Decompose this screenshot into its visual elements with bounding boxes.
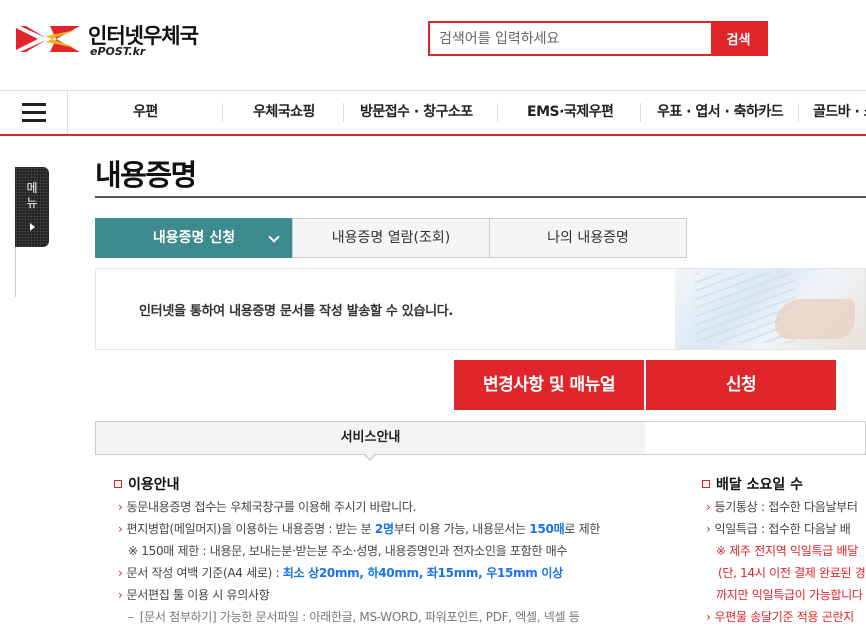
search-input[interactable] bbox=[430, 23, 711, 54]
tab-service-info[interactable]: 서비스안내 bbox=[95, 421, 646, 455]
delivery-line-1: › 등기통상 : 접수한 다음날부터 bbox=[706, 500, 858, 514]
epost-logo-icon bbox=[16, 26, 80, 52]
manual-button[interactable]: 변경사항 및 매뉴얼 bbox=[454, 360, 644, 410]
tab-apply[interactable]: 내용증명 신청 bbox=[95, 218, 293, 258]
delivery-line-3: ※ 제주 전지역 익일특급 배달 bbox=[716, 544, 858, 558]
nav-item-ems[interactable]: EMS·국제우편 bbox=[527, 91, 614, 134]
usage-line-2: › 편지병합(메일머지)을 이용하는 내용증명 : 받는 분 2명부터 이용 가능… bbox=[118, 522, 601, 536]
chevron-down-icon bbox=[268, 231, 280, 243]
delivery-title: 배달 소요일 수 bbox=[702, 474, 803, 494]
delivery-line-6: › 우편물 송달기준 적용 곤란지 bbox=[706, 610, 854, 624]
nav-item-mail[interactable]: 우편 bbox=[133, 91, 158, 134]
menu-icon[interactable] bbox=[0, 91, 68, 134]
main-nav: 우편 우체국쇼핑 방문접수 · 창구소포 EMS·국제우편 우표 · 엽서 · … bbox=[0, 90, 866, 136]
intro-text: 인터넷을 통하여 내용증명 문서를 작성 발송할 수 있습니다. bbox=[139, 304, 454, 319]
apply-button[interactable]: 신청 bbox=[646, 360, 836, 410]
square-bullet-icon bbox=[114, 480, 122, 488]
delivery-title-text: 배달 소요일 수 bbox=[716, 477, 804, 493]
site-header: 인터넷우체국 ePOST.kr 검색 bbox=[0, 0, 866, 90]
intro-banner: 인터넷을 통하여 내용증명 문서를 작성 발송할 수 있습니다. bbox=[95, 268, 866, 350]
square-bullet-icon bbox=[702, 480, 710, 488]
nav-item-goldbar[interactable]: 골드바 · 소 bbox=[813, 91, 866, 134]
nav-item-stamps[interactable]: 우표 · 엽서 · 축하카드 bbox=[657, 91, 784, 134]
nav-divider bbox=[222, 103, 223, 122]
side-menu-label-2: 뉴 bbox=[26, 196, 38, 210]
tab-pointer-inner bbox=[364, 453, 376, 459]
nav-divider bbox=[343, 103, 344, 122]
side-menu-tab[interactable]: 메 뉴 bbox=[15, 167, 49, 247]
delivery-line-2: › 익일특급 : 접수한 다음날 배 bbox=[706, 522, 851, 536]
delivery-line-5: 까지만 익일특급이 가능합니다 bbox=[716, 588, 863, 602]
tab-view[interactable]: 내용증명 열람(조회) bbox=[292, 218, 490, 258]
side-menu-label-1: 메 bbox=[26, 181, 38, 195]
search-box: 검색 bbox=[428, 21, 768, 56]
tab-my[interactable]: 나의 내용증명 bbox=[489, 218, 687, 258]
usage-line-1: › 동문내용증명 접수는 우체국창구를 이용해 주시기 바랍니다. bbox=[118, 500, 417, 514]
nav-divider bbox=[798, 103, 799, 122]
delivery-line-4: (단, 14시 이전 결제 완료된 경 bbox=[718, 566, 866, 580]
side-divider bbox=[15, 247, 16, 297]
tab-apply-label: 내용증명 신청 bbox=[152, 230, 236, 246]
usage-title-text: 이용안내 bbox=[128, 477, 180, 493]
usage-line-5: › 문서편집 툴 이용 시 유의사항 bbox=[118, 588, 270, 602]
nav-item-pickup[interactable]: 방문접수 · 창구소포 bbox=[360, 91, 473, 134]
logo-subtitle: ePOST.kr bbox=[90, 45, 146, 58]
arrow-right-icon bbox=[30, 223, 35, 231]
nav-divider bbox=[497, 103, 498, 122]
usage-line-4: › 문서 작성 여백 기준(A4 세로) : 최소 상20mm, 하40mm, 좌… bbox=[118, 566, 563, 580]
page-title: 내용증명 bbox=[95, 158, 197, 192]
epost-logo[interactable]: 인터넷우체국 ePOST.kr bbox=[16, 18, 206, 62]
tab-service-secondary[interactable] bbox=[645, 421, 866, 455]
title-divider bbox=[95, 196, 866, 198]
intro-image bbox=[675, 269, 865, 349]
usage-line-3: ※ 150매 제한 : 내용문, 보내는분·받는분 주소·성명, 내용증명인과 … bbox=[128, 544, 568, 558]
nav-item-shopping[interactable]: 우체국쇼핑 bbox=[253, 91, 315, 134]
usage-line-6: – [문서 첨부하기] 가능한 문서파일 : 아래한글, MS-WORD, 파워포… bbox=[128, 610, 580, 624]
search-button[interactable]: 검색 bbox=[711, 23, 766, 54]
usage-title: 이용안내 bbox=[114, 474, 180, 494]
nav-divider bbox=[640, 103, 641, 122]
